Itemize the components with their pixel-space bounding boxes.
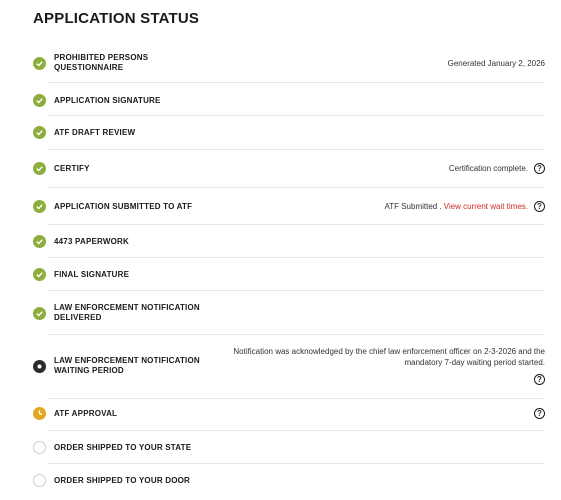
step-atf-draft-review: ATF DRAFT REVIEW: [33, 126, 545, 139]
clock-icon: [33, 407, 46, 420]
step-label: ATF DRAFT REVIEW: [54, 127, 136, 137]
step-status: ATF Submitted . View current wait times.…: [384, 201, 545, 212]
step-label: ORDER SHIPPED TO YOUR DOOR: [54, 475, 191, 485]
check-circle-icon: [33, 235, 46, 248]
step-label: APPLICATION SIGNATURE: [54, 95, 161, 105]
step-label: FINAL SIGNATURE: [54, 269, 130, 279]
check-circle-icon: [33, 200, 46, 213]
check-circle-icon: [33, 94, 46, 107]
step-prohibited-persons: PROHIBITED PERSONS QUESTIONNAIRE Generat…: [33, 53, 545, 73]
empty-circle-icon: [33, 441, 46, 454]
check-circle-icon: [33, 56, 46, 70]
step-status-text: ATF Submitted .: [384, 202, 442, 211]
step-certify: CERTIFY Certification complete. ?: [33, 162, 545, 175]
step-label: ORDER SHIPPED TO YOUR STATE: [54, 442, 192, 452]
empty-circle-icon: [33, 474, 46, 487]
check-circle-icon: [33, 268, 46, 281]
step-shipped-to-state: ORDER SHIPPED TO YOUR STATE: [33, 441, 545, 454]
step-label: PROHIBITED PERSONS QUESTIONNAIRE: [54, 53, 149, 72]
step-status: Certification complete. ?: [449, 163, 545, 174]
dot-circle-icon: [33, 359, 46, 373]
page-title: APPLICATION STATUS: [33, 10, 200, 27]
step-label: 4473 PAPERWORK: [54, 236, 129, 246]
check-circle-icon: [33, 306, 46, 320]
help-icon[interactable]: ?: [534, 408, 545, 419]
step-status-note: Notification was acknowledged by the chi…: [233, 347, 545, 367]
step-label: ATF APPROVAL: [54, 408, 118, 418]
step-application-signature: APPLICATION SIGNATURE: [33, 94, 545, 107]
help-icon[interactable]: ?: [534, 163, 545, 174]
step-application-submitted: APPLICATION SUBMITTED TO ATF ATF Submitt…: [33, 200, 545, 213]
step-shipped-to-door: ORDER SHIPPED TO YOUR DOOR: [33, 474, 545, 487]
step-status-text: Certification complete.: [448, 164, 528, 173]
step-label: LAW ENFORCEMENT NOTIFICATION DELIVERED: [54, 303, 200, 322]
step-le-waiting-period: LAW ENFORCEMENT NOTIFICATION WAITING PER…: [33, 347, 545, 385]
step-le-notification-delivered: LAW ENFORCEMENT NOTIFICATION DELIVERED: [33, 303, 545, 323]
step-status-text: Generated January 2, 2026: [447, 58, 545, 68]
step-status: ?: [528, 408, 545, 419]
step-atf-approval: ATF APPROVAL ?: [33, 407, 545, 420]
step-label: LAW ENFORCEMENT NOTIFICATION WAITING PER…: [54, 356, 200, 375]
check-circle-icon: [33, 162, 46, 175]
application-status-panel: APPLICATION STATUS PROHIBITED PERSONS QU…: [0, 0, 561, 500]
step-4473-paperwork: 4473 PAPERWORK: [33, 235, 545, 248]
step-label: APPLICATION SUBMITTED TO ATF: [54, 201, 193, 211]
check-circle-icon: [33, 126, 46, 139]
step-label: CERTIFY: [54, 163, 90, 173]
help-icon[interactable]: ?: [534, 201, 545, 212]
help-icon[interactable]: ?: [534, 374, 545, 385]
step-final-signature: FINAL SIGNATURE: [33, 268, 545, 281]
view-wait-times-link[interactable]: View current wait times.: [444, 202, 528, 211]
